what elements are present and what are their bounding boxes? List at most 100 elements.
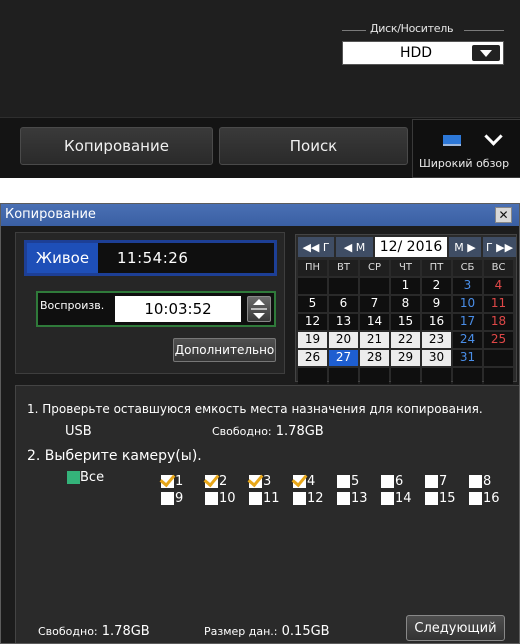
size-value: 0.15GB bbox=[281, 624, 330, 639]
camera-checkbox[interactable]: 15 bbox=[425, 491, 456, 506]
calendar-day[interactable]: 5 bbox=[298, 296, 327, 312]
calendar-day[interactable]: 29 bbox=[391, 350, 420, 366]
checkbox-icon[interactable] bbox=[469, 475, 482, 488]
calendar-day[interactable]: 4 bbox=[484, 278, 513, 294]
calendar-day[interactable]: 22 bbox=[391, 332, 420, 348]
checkbox-icon[interactable] bbox=[161, 492, 174, 505]
camera-checkbox[interactable]: 8 bbox=[469, 474, 491, 489]
calendar-day[interactable]: 7 bbox=[360, 296, 389, 312]
camera-number: 14 bbox=[395, 491, 412, 506]
calendar-day[interactable]: 13 bbox=[329, 314, 358, 330]
camera-number: 11 bbox=[263, 491, 280, 506]
camera-number: 2 bbox=[219, 474, 228, 489]
playback-label: Воспроизв. bbox=[40, 299, 105, 312]
checkbox-icon[interactable] bbox=[425, 492, 438, 505]
next-year-button[interactable]: Г ▶▶ bbox=[483, 237, 516, 257]
checkbox-icon[interactable] bbox=[381, 492, 394, 505]
weekday-header: ПТ bbox=[422, 260, 451, 276]
arrow-down-icon[interactable] bbox=[253, 313, 265, 319]
time-spinner[interactable] bbox=[247, 296, 271, 322]
calendar-empty-cell bbox=[360, 278, 389, 294]
camera-checkbox[interactable]: 3 bbox=[249, 474, 271, 489]
calendar-day[interactable]: 18 bbox=[484, 314, 513, 330]
monitor-icon bbox=[443, 135, 461, 146]
checkbox-icon[interactable] bbox=[469, 492, 482, 505]
camera-checkbox[interactable]: 16 bbox=[469, 491, 500, 506]
checkbox-icon[interactable] bbox=[249, 475, 262, 488]
calendar-day[interactable]: 23 bbox=[422, 332, 451, 348]
checkbox-icon[interactable] bbox=[161, 475, 174, 488]
free-label: Свободно: bbox=[212, 425, 272, 438]
camera-checkbox[interactable]: 2 bbox=[205, 474, 227, 489]
camera-checkbox[interactable]: 13 bbox=[337, 491, 368, 506]
tab-copy[interactable]: Копирование bbox=[20, 127, 213, 165]
camera-checkbox[interactable]: 14 bbox=[381, 491, 412, 506]
checkbox-icon[interactable] bbox=[381, 475, 394, 488]
calendar-day[interactable]: 3 bbox=[453, 278, 482, 294]
advanced-button[interactable]: Дополнительно bbox=[173, 338, 276, 362]
checkbox-icon[interactable] bbox=[337, 475, 350, 488]
close-button[interactable]: ✕ bbox=[495, 207, 512, 223]
next-button[interactable]: Следующий bbox=[406, 615, 505, 641]
camera-number: 13 bbox=[351, 491, 368, 506]
prev-month-button[interactable]: ◀ М bbox=[336, 237, 373, 257]
calendar-empty-cell bbox=[484, 368, 513, 384]
calendar-day[interactable]: 25 bbox=[484, 332, 513, 348]
arrow-up-icon[interactable] bbox=[253, 299, 265, 305]
calendar-day[interactable]: 2 bbox=[422, 278, 451, 294]
camera-checkbox[interactable]: 10 bbox=[205, 491, 236, 506]
checkbox-icon[interactable] bbox=[293, 475, 306, 488]
dropdown-button[interactable] bbox=[472, 45, 500, 61]
calendar-day[interactable]: 16 bbox=[422, 314, 451, 330]
tab-search[interactable]: Поиск bbox=[219, 127, 408, 165]
calendar-day[interactable]: 20 bbox=[329, 332, 358, 348]
calendar-day[interactable]: 10 bbox=[453, 296, 482, 312]
camera-checkbox[interactable]: 9 bbox=[161, 491, 183, 506]
calendar-day[interactable]: 14 bbox=[360, 314, 389, 330]
disk-select[interactable]: HDD bbox=[342, 41, 504, 65]
playback-time-field[interactable]: 10:03:52 bbox=[115, 296, 241, 322]
calendar-day[interactable]: 17 bbox=[453, 314, 482, 330]
calendar-day[interactable]: 8 bbox=[391, 296, 420, 312]
camera-checkbox[interactable]: 11 bbox=[249, 491, 280, 506]
calendar-day[interactable]: 31 bbox=[453, 350, 482, 366]
camera-number: 9 bbox=[175, 491, 184, 506]
calendar-day[interactable]: 19 bbox=[298, 332, 327, 348]
calendar-day[interactable]: 24 bbox=[453, 332, 482, 348]
copy-dialog: Копирование ✕ Живое 11:54:26 Воспроизв. … bbox=[0, 203, 520, 644]
camera-checkbox[interactable]: 4 bbox=[293, 474, 315, 489]
calendar-day[interactable]: 1 bbox=[391, 278, 420, 294]
calendar-day[interactable]: 6 bbox=[329, 296, 358, 312]
calendar-empty-cell bbox=[298, 278, 327, 294]
checkbox-icon[interactable] bbox=[205, 492, 218, 505]
calendar-empty-cell bbox=[422, 368, 451, 384]
camera-checkbox[interactable]: 12 bbox=[293, 491, 324, 506]
calendar-day[interactable]: 9 bbox=[422, 296, 451, 312]
camera-checkbox[interactable]: 6 bbox=[381, 474, 403, 489]
calendar-day[interactable]: 11 bbox=[484, 296, 513, 312]
checkbox-icon[interactable] bbox=[425, 475, 438, 488]
calendar-day[interactable]: 30 bbox=[422, 350, 451, 366]
calendar-day[interactable]: 21 bbox=[360, 332, 389, 348]
camera-checkbox[interactable]: 5 bbox=[337, 474, 359, 489]
camera-checkbox[interactable]: 7 bbox=[425, 474, 447, 489]
next-month-button[interactable]: М ▶ bbox=[449, 237, 481, 257]
calendar-day[interactable]: 26 bbox=[298, 350, 327, 366]
checkbox-icon[interactable] bbox=[337, 492, 350, 505]
calendar-empty-cell bbox=[329, 368, 358, 384]
all-cameras-checkbox[interactable]: Все bbox=[67, 470, 104, 485]
checkbox-icon[interactable] bbox=[249, 492, 262, 505]
copy-panel: 1. Проверьте оставшуюся емкость места на… bbox=[15, 385, 519, 643]
checkbox-icon[interactable] bbox=[205, 475, 218, 488]
calendar-day[interactable]: 27 bbox=[329, 350, 358, 366]
checkbox-icon[interactable] bbox=[293, 492, 306, 505]
calendar-grid: ПН ВТ СР ЧТ ПТ СБ ВС 1 2 3 4 5 6 7 8 9 10 11 12 13 14 15 16 17 1… bbox=[298, 260, 513, 384]
camera-checkbox[interactable]: 1 bbox=[161, 474, 183, 489]
calendar: ◀◀ Г ◀ М 12/ 2016 М ▶ Г ▶▶ ПН ВТ СР ЧТ ПТ СБ В… bbox=[295, 234, 517, 384]
calendar-day[interactable]: 28 bbox=[360, 350, 389, 366]
checkbox-icon[interactable] bbox=[67, 471, 80, 484]
prev-year-button[interactable]: ◀◀ Г bbox=[298, 237, 334, 257]
wide-view-button[interactable]: Широкий обзор bbox=[412, 119, 520, 178]
calendar-day[interactable]: 12 bbox=[298, 314, 327, 330]
calendar-day[interactable]: 15 bbox=[391, 314, 420, 330]
